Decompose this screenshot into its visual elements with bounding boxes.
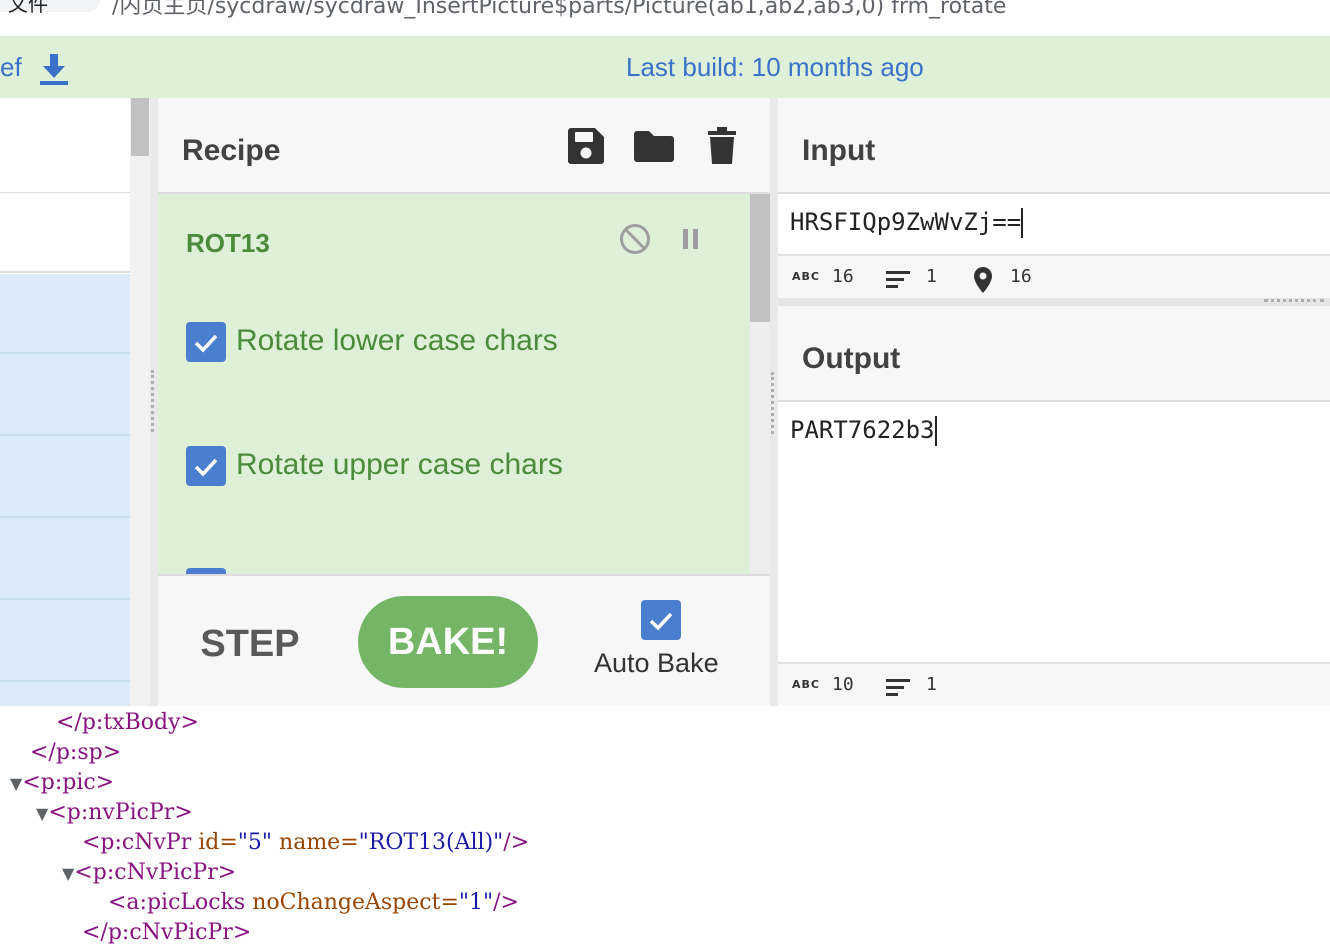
xml-attr: id= [191,830,238,855]
output-length: 10 [832,674,854,695]
column-divider[interactable] [150,98,158,706]
step-button[interactable]: STEP [190,616,310,672]
list-divider [0,516,130,518]
autobake-label: Auto Bake [594,648,719,678]
option-label: Rotate upper case chars [236,448,563,481]
xml-attr: noChangeAspect= [245,890,459,915]
xml-tag: </p:cNvPicPr> [82,920,252,945]
lines-icon [886,271,910,288]
recipe-panel: Recipe ROT13 Rotate lower case chars Rot… [158,98,770,708]
xml-line[interactable]: </p:txBody> [56,708,199,738]
input-lines: 1 [926,266,937,287]
operations-list[interactable] [0,274,130,706]
input-value: HRSFIQp9ZwWvZj== [790,208,1022,236]
input-header: Input [778,98,1330,194]
xml-tag: <p:nvPicPr> [48,800,193,825]
xml-tag: <p:cNvPr [82,830,192,855]
drag-handle[interactable] [771,372,777,434]
url-text[interactable]: /内页主页/sycdraw/sycdraw_InsertPicture$part… [112,0,1006,20]
xml-line[interactable]: ▼<p:cNvPicPr> [62,858,236,888]
xml-tag: </p:sp> [30,740,122,765]
length-icon: ABC [792,678,820,691]
scrollbar-thumb[interactable] [750,194,770,322]
xml-tag: <a:picLocks [108,890,246,915]
xml-value: "ROT13(All)" [358,830,504,855]
input-textarea[interactable]: HRSFIQp9ZwWvZj== [790,208,1024,238]
download-icon[interactable] [38,52,70,86]
list-divider [0,680,130,682]
xml-line[interactable]: </p:cNvPicPr> [82,918,251,948]
xml-tag: </p:txBody> [56,710,199,735]
top-banner: ef Last build: 10 months ago [0,36,1330,99]
autobake-checkbox[interactable] [641,600,681,640]
io-panel: Input HRSFIQp9ZwWvZj== ABC 16 1 16 Outpu… [778,98,1330,708]
expand-triangle-icon[interactable]: ▼ [62,864,74,883]
xml-line[interactable]: ▼<p:nvPicPr> [36,798,193,828]
operations-search[interactable] [0,192,130,273]
xml-tag: <p:cNvPicPr> [74,860,237,885]
column-divider[interactable] [770,98,778,706]
output-status-bar: ABC 10 1 [778,662,1330,708]
input-position: 16 [1010,266,1032,287]
input-title: Input [802,134,876,167]
url-chip-label: 文件 [8,0,48,16]
checkmark-icon [194,334,218,353]
output-value: PART7622b3 [790,416,935,444]
list-divider [0,434,130,436]
recipe-scrollbar[interactable] [750,194,770,574]
list-divider [0,598,130,600]
option-label: Rotate lower case chars [236,324,558,357]
length-icon: ABC [792,270,820,283]
output-title: Output [802,342,901,375]
last-build-text[interactable]: Last build: 10 months ago [626,52,924,83]
xml-attr: name= [272,830,359,855]
devtools-xml-tree: </p:txBody> </p:sp> ▼<p:pic> ▼<p:nvPicPr… [0,706,1330,945]
expand-triangle-icon[interactable]: ▼ [36,804,48,823]
bake-button[interactable]: BAKE! [358,596,538,688]
xml-line[interactable]: <a:picLocks noChangeAspect="1"/> [108,888,519,918]
folder-icon[interactable] [632,128,676,164]
recipe-title: Recipe [182,134,281,167]
cyberchef-app: ef Last build: 10 months ago Recipe ROT1… [0,36,1330,708]
location-pin-icon [974,267,992,293]
expand-triangle-icon[interactable]: ▼ [10,774,22,793]
recipe-operation-rot13[interactable]: ROT13 Rotate lower case chars Rotate upp [158,194,750,574]
checkmark-icon [194,458,218,477]
browser-url-bar: 文件 /内页主页/sycdraw/sycdraw_InsertPicture$p… [0,0,1330,36]
checkmark-icon [649,612,673,631]
text-cursor [1021,208,1024,238]
text-cursor [934,416,937,446]
banner-link-fragment[interactable]: ef [0,52,22,83]
operation-name: ROT13 [186,228,270,258]
checkbox-rotate-lower[interactable] [186,322,226,362]
xml-tag: <p:pic> [22,770,115,795]
disable-icon[interactable] [618,222,652,256]
lines-icon [886,679,910,696]
checkbox-rotate-upper[interactable] [186,446,226,486]
xml-value: "1" [458,890,494,915]
save-icon[interactable] [566,126,606,166]
input-status-bar: ABC 16 1 16 [778,254,1330,300]
output-lines: 1 [926,674,937,695]
output-textarea[interactable]: PART7622b3 [790,416,937,446]
operations-scrollbar[interactable] [130,98,150,706]
recipe-controls: STEP BAKE! Auto Bake [158,574,770,708]
scrollbar-thumb[interactable] [131,98,149,156]
drag-handle[interactable] [151,370,157,432]
operations-panel [0,98,150,706]
recipe-header: Recipe [158,98,770,194]
pause-icon[interactable] [678,224,704,254]
xml-line[interactable]: ▼<p:pic> [10,768,114,798]
list-divider [0,352,130,354]
xml-tag: /> [503,830,530,855]
input-length: 16 [832,266,854,287]
trash-icon[interactable] [706,126,738,166]
drag-handle[interactable] [1264,299,1324,302]
xml-line[interactable]: <p:cNvPr id="5" name="ROT13(All)"/> [82,828,529,858]
xml-line[interactable]: </p:sp> [30,738,121,768]
io-divider[interactable] [778,298,1330,306]
output-header: Output [778,306,1330,402]
xml-value: "5" [237,830,273,855]
xml-tag: /> [493,890,519,915]
